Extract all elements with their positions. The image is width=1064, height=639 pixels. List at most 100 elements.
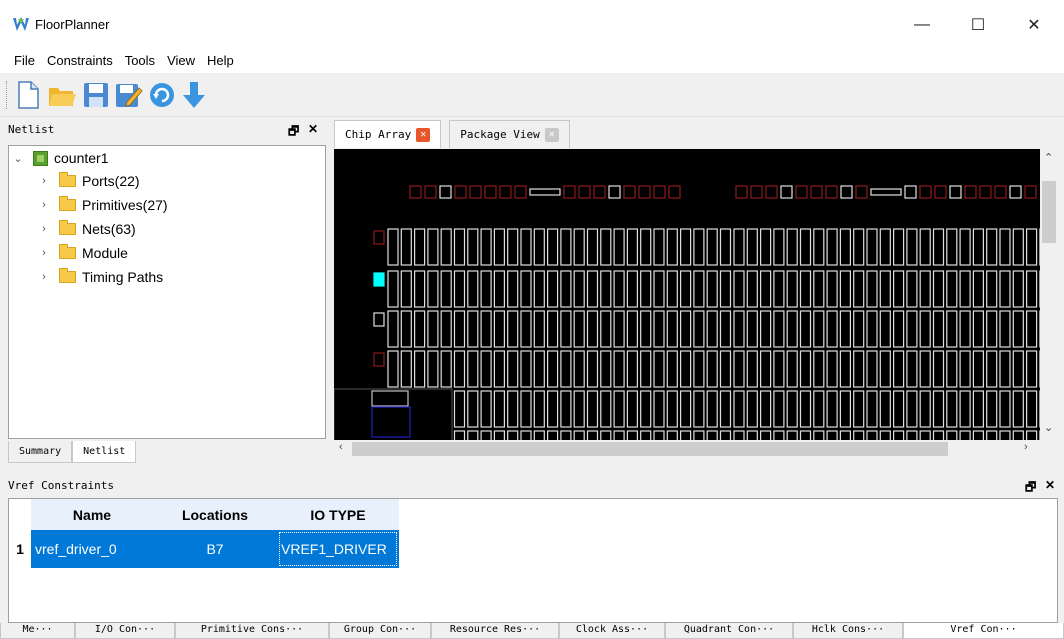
logic-cell[interactable]	[919, 228, 931, 266]
logic-cell[interactable]	[879, 430, 891, 440]
logic-cell[interactable]	[866, 228, 878, 266]
logic-cell[interactable]	[932, 350, 945, 388]
logic-cell[interactable]	[892, 430, 905, 440]
row-index[interactable]: 1	[9, 530, 31, 568]
cell-location[interactable]: B7	[153, 530, 277, 568]
logic-cell[interactable]	[493, 228, 505, 266]
logic-cell[interactable]	[626, 228, 638, 266]
tab-vref-constraints[interactable]: Vref Con···	[903, 623, 1064, 639]
logic-cell[interactable]	[866, 390, 878, 428]
logic-cell[interactable]	[640, 430, 652, 440]
logic-cell[interactable]	[972, 390, 985, 428]
logic-cell[interactable]	[733, 228, 745, 266]
logic-cell[interactable]	[866, 310, 878, 348]
tree-root-counter1[interactable]: ⌄ counter1	[11, 148, 108, 168]
logic-cell[interactable]	[626, 430, 638, 440]
logic-cell[interactable]	[680, 270, 692, 308]
chevron-down-icon[interactable]: ⌄	[11, 152, 25, 165]
tree-item-primitives[interactable]: › Primitives(27)	[37, 195, 168, 215]
logic-cell[interactable]	[520, 310, 532, 348]
logic-cell[interactable]	[746, 228, 758, 266]
logic-cell[interactable]	[467, 430, 479, 440]
logic-cell[interactable]	[560, 228, 572, 266]
logic-cell[interactable]	[613, 350, 625, 388]
logic-cell[interactable]	[706, 228, 718, 266]
logic-cell[interactable]	[467, 228, 479, 266]
logic-cell[interactable]	[813, 228, 825, 266]
logic-cell[interactable]	[440, 228, 452, 266]
logic-cell[interactable]	[853, 228, 865, 266]
io-pad[interactable]	[578, 185, 591, 199]
logic-cell[interactable]	[719, 228, 732, 266]
logic-cell[interactable]	[586, 390, 599, 428]
logic-cell[interactable]	[986, 270, 998, 308]
logic-cell[interactable]	[932, 390, 945, 428]
logic-cell[interactable]	[813, 390, 825, 428]
logic-cell[interactable]	[1025, 350, 1038, 388]
logic-cell[interactable]	[866, 430, 878, 440]
logic-cell[interactable]	[972, 430, 985, 440]
logic-cell[interactable]	[879, 310, 891, 348]
logic-cell[interactable]	[666, 310, 678, 348]
logic-cell[interactable]	[653, 390, 665, 428]
logic-cell[interactable]	[693, 390, 705, 428]
logic-cell[interactable]	[906, 350, 918, 388]
logic-cell[interactable]	[826, 310, 838, 348]
logic-cell[interactable]	[1012, 430, 1024, 440]
logic-cell[interactable]	[746, 430, 758, 440]
logic-cell[interactable]	[467, 390, 479, 428]
logic-cell[interactable]	[440, 350, 452, 388]
logic-cell[interactable]	[946, 228, 958, 266]
logic-cell[interactable]	[719, 350, 732, 388]
logic-cell[interactable]	[400, 228, 412, 266]
logic-cell[interactable]	[853, 350, 865, 388]
io-pad[interactable]	[810, 185, 823, 199]
logic-cell[interactable]	[533, 390, 545, 428]
logic-cell[interactable]	[653, 228, 665, 266]
logic-cell[interactable]	[760, 390, 772, 428]
logic-cell[interactable]	[640, 310, 652, 348]
io-pad[interactable]	[373, 352, 385, 367]
logic-cell[interactable]	[480, 270, 492, 308]
logic-cell[interactable]	[919, 310, 931, 348]
close-tab-icon[interactable]: ✕	[544, 127, 559, 142]
logic-cell[interactable]	[972, 228, 985, 266]
io-pad-wide[interactable]	[870, 188, 902, 196]
table-row[interactable]: 1 vref_driver_0 B7 VREF1_DRIVER	[9, 530, 399, 568]
logic-cell[interactable]	[693, 310, 705, 348]
logic-cell[interactable]	[507, 430, 519, 440]
logic-cell[interactable]	[999, 430, 1011, 440]
logic-cell[interactable]	[440, 270, 452, 308]
open-folder-icon[interactable]	[47, 80, 77, 110]
logic-cell[interactable]	[413, 228, 426, 266]
logic-cell[interactable]	[467, 350, 479, 388]
logic-cell[interactable]	[959, 350, 971, 388]
logic-cell[interactable]	[799, 310, 812, 348]
logic-cell[interactable]	[853, 310, 865, 348]
logic-cell[interactable]	[547, 228, 559, 266]
logic-cell[interactable]	[493, 390, 505, 428]
logic-cell[interactable]	[799, 390, 812, 428]
toolbar-grip[interactable]	[6, 81, 9, 109]
logic-cell[interactable]	[773, 390, 785, 428]
logic-cell[interactable]	[573, 228, 585, 266]
logic-cell[interactable]	[706, 390, 718, 428]
logic-cell[interactable]	[892, 310, 905, 348]
new-file-icon[interactable]	[13, 80, 43, 110]
io-pad[interactable]	[780, 185, 793, 199]
logic-cell[interactable]	[507, 228, 519, 266]
logic-cell[interactable]	[826, 350, 838, 388]
logic-cell[interactable]	[839, 228, 851, 266]
tab-netlist[interactable]: Netlist	[72, 441, 137, 463]
tab-clock-assignment[interactable]: Clock Ass···	[559, 623, 665, 639]
io-pad[interactable]	[499, 185, 512, 199]
logic-cell[interactable]	[520, 270, 532, 308]
io-pad[interactable]	[855, 185, 868, 199]
logic-cell[interactable]	[493, 310, 505, 348]
logic-cell[interactable]	[719, 270, 732, 308]
io-pad[interactable]	[994, 185, 1007, 199]
vertical-scroll-thumb[interactable]	[1042, 181, 1056, 243]
menu-constraints[interactable]: Constraints	[41, 53, 119, 68]
logic-cell[interactable]	[586, 270, 599, 308]
logic-cell[interactable]	[986, 390, 998, 428]
